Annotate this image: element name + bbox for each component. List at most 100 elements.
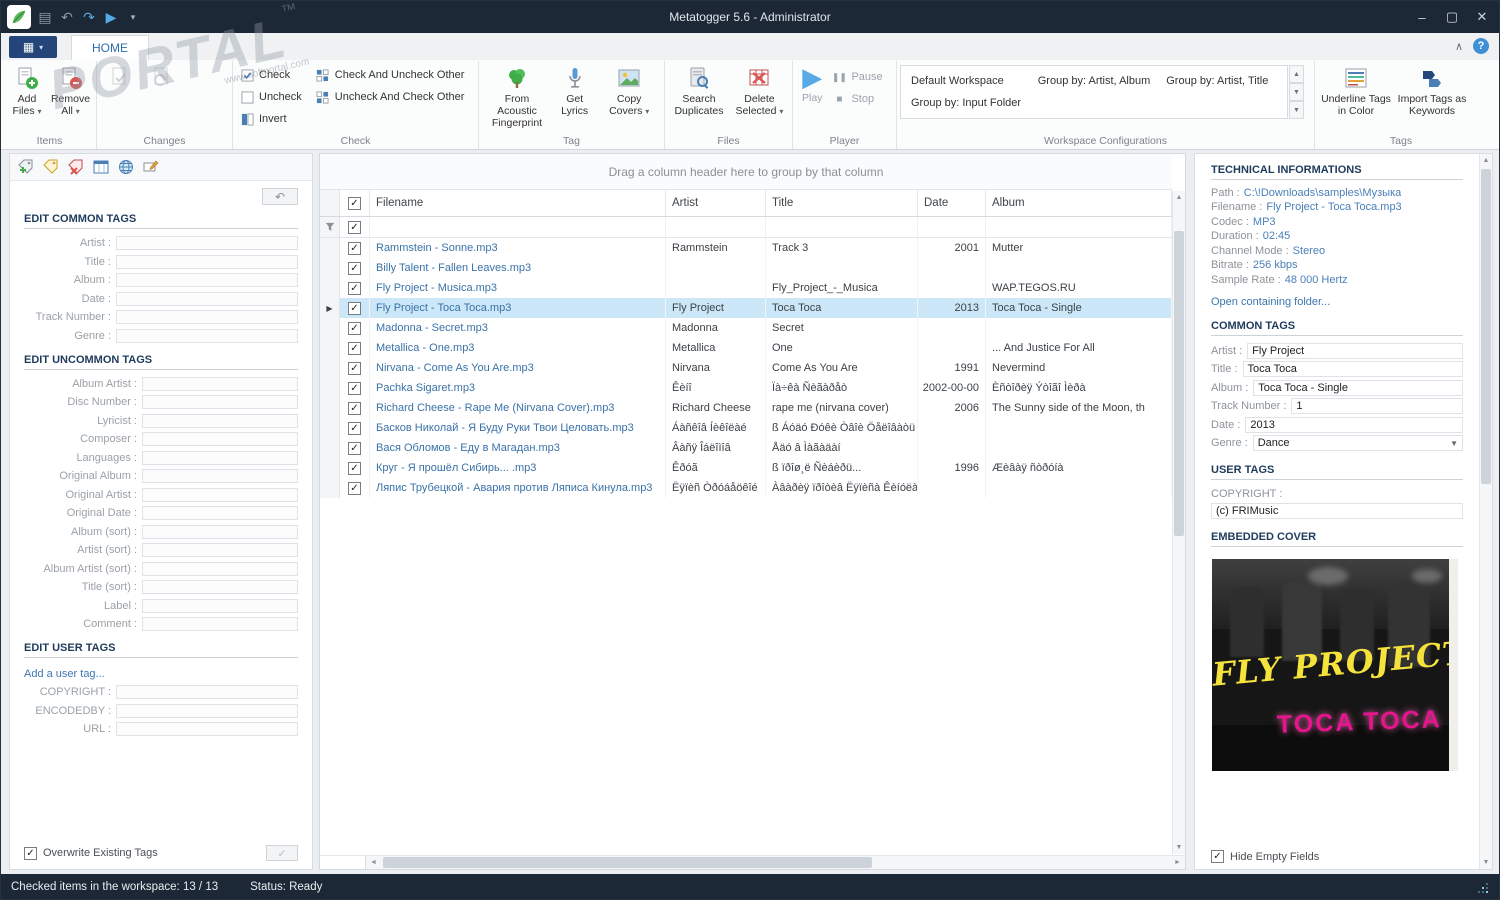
cell-date[interactable] — [918, 438, 986, 458]
cell-artist[interactable] — [666, 278, 766, 298]
table-row[interactable]: ✓ Круг - Я прошёл Сибирь... .mp3 Êðóã ß ïðî… — [320, 458, 1172, 478]
cell-date[interactable] — [918, 478, 986, 498]
cell-album[interactable] — [986, 318, 1172, 338]
group-by-dropzone[interactable]: Drag a column header here to group by th… — [320, 154, 1172, 190]
cell-title[interactable]: Come As You Are — [766, 358, 918, 378]
cell-date[interactable] — [918, 338, 986, 358]
row-checkbox[interactable]: ✓ — [340, 478, 370, 498]
cell-artist[interactable]: Fly Project — [666, 298, 766, 318]
cell-date[interactable]: 2002-00-00 — [918, 378, 986, 398]
undo-icon[interactable]: ↶ — [59, 9, 75, 26]
tag-input[interactable] — [142, 580, 298, 594]
cell-title[interactable]: ß ïðîø¸ë Ñèáèðü... — [766, 458, 918, 478]
row-checkbox[interactable]: ✓ — [340, 438, 370, 458]
filter-checkbox[interactable]: ✓ — [340, 217, 370, 237]
cell-album[interactable]: Toca Toca - Single — [986, 298, 1172, 318]
filter-funnel-icon[interactable] — [320, 217, 340, 237]
row-checkbox[interactable]: ✓ — [340, 458, 370, 478]
tag-input[interactable] — [116, 236, 298, 250]
stop-button[interactable]: ■ Stop — [828, 88, 886, 110]
cell-date[interactable]: 2013 — [918, 298, 986, 318]
column-header-filename[interactable]: Filename — [370, 190, 666, 216]
cell-date[interactable] — [918, 318, 986, 338]
apply-tags-button[interactable]: ✓ — [266, 845, 298, 861]
uncheck-and-check-other-button[interactable]: Uncheck And Check Other — [312, 86, 469, 108]
tag-input[interactable] — [142, 413, 298, 428]
row-checkbox[interactable]: ✓ — [340, 238, 370, 258]
cell-title[interactable]: Fly_Project_-_Musica — [766, 278, 918, 298]
minimize-button[interactable]: – — [1407, 1, 1437, 33]
row-checkbox[interactable]: ✓ — [340, 318, 370, 338]
cell-artist[interactable]: Nirvana — [666, 358, 766, 378]
qat-customize-caret-icon[interactable]: ▾ — [125, 12, 141, 23]
cell-filename[interactable]: Nirvana - Come As You Are.mp3 — [370, 358, 666, 378]
tag-value-input[interactable]: Dance ▼ — [1252, 435, 1463, 451]
cell-date[interactable] — [918, 258, 986, 278]
workspace-item-input-folder[interactable]: Group by: Input Folder — [903, 92, 1030, 114]
invert-button[interactable]: Invert — [236, 108, 306, 130]
revert-tags-button[interactable]: ↶ — [262, 188, 298, 205]
play-quick-icon[interactable]: ▶ — [103, 9, 119, 26]
check-button[interactable]: Check — [236, 64, 306, 86]
cell-album[interactable]: WAP.TEGOS.RU — [986, 278, 1172, 298]
tag-input[interactable] — [142, 617, 298, 631]
save-icon[interactable]: ▤ — [37, 9, 53, 26]
workspace-item-default[interactable]: Default Workspace — [903, 70, 1030, 92]
collapse-ribbon-icon[interactable]: ∧ — [1455, 40, 1463, 53]
check-all-checkbox[interactable]: ✓ — [340, 190, 370, 216]
scroll-right-icon[interactable]: ► — [1170, 856, 1185, 869]
cell-title[interactable] — [766, 258, 918, 278]
filter-cell[interactable] — [666, 217, 766, 237]
column-header-date[interactable]: Date — [918, 190, 986, 216]
columns-icon[interactable] — [91, 157, 111, 177]
gallery-expand-icon[interactable]: ▼ — [1289, 101, 1304, 119]
cell-album[interactable]: The Sunny side of the Moon, th — [986, 398, 1172, 418]
row-checkbox[interactable]: ✓ — [340, 258, 370, 278]
tag-input[interactable] — [142, 524, 298, 539]
table-row[interactable]: ✓ Richard Cheese - Rape Me (Nirvana Cover… — [320, 398, 1172, 418]
tag-input[interactable] — [142, 450, 298, 465]
tag-input[interactable] — [116, 273, 298, 287]
cell-album[interactable]: Nevermind — [986, 358, 1172, 378]
tag-input[interactable] — [142, 598, 298, 613]
cell-album[interactable]: ... And Justice For All — [986, 338, 1172, 358]
hide-empty-fields-checkbox[interactable]: ✓ — [1211, 850, 1224, 863]
tag-value-input[interactable]: Fly Project — [1247, 342, 1463, 359]
remove-all-button[interactable]: Remove All ▾ — [48, 62, 93, 120]
play-button[interactable]: ▶ Play — [796, 62, 828, 106]
column-header-title[interactable]: Title — [766, 190, 918, 216]
cell-title[interactable]: Ïà÷êà Ñèãàðåò — [766, 378, 918, 398]
rename-tag-icon[interactable] — [41, 157, 61, 177]
cell-album[interactable]: Mutter — [986, 238, 1172, 258]
cell-filename[interactable]: Rammstein - Sonne.mp3 — [370, 238, 666, 258]
delete-selected-button[interactable]: Delete Selected ▾ — [730, 62, 789, 120]
cell-album[interactable]: Æèâàÿ ñòðóíà — [986, 458, 1172, 478]
check-and-uncheck-other-button[interactable]: Check And Uncheck Other — [312, 64, 469, 86]
column-header-artist[interactable]: Artist — [666, 190, 766, 216]
row-checkbox[interactable]: ✓ — [340, 338, 370, 358]
cell-artist[interactable]: Madonna — [666, 318, 766, 338]
scroll-up-icon[interactable]: ▲ — [1173, 191, 1185, 204]
tab-home[interactable]: HOME — [71, 35, 149, 60]
underline-tags-button[interactable]: Underline Tags in Color — [1318, 62, 1394, 120]
table-row[interactable]: ▶ ✓ Fly Project - Toca Toca.mp3 Fly Project… — [320, 298, 1172, 318]
cell-date[interactable]: 2001 — [918, 238, 986, 258]
filter-cell[interactable] — [766, 217, 918, 237]
row-checkbox[interactable]: ✓ — [340, 418, 370, 438]
tag-input[interactable] — [116, 254, 298, 269]
cell-filename[interactable]: Fly Project - Musica.mp3 — [370, 278, 666, 298]
tag-input[interactable] — [116, 328, 298, 343]
table-row[interactable]: ✓ Madonna - Secret.mp3 Madonna Secret — [320, 318, 1172, 338]
cell-album[interactable]: Èñòîðèÿ Ýòîãî Ìèðà — [986, 378, 1172, 398]
cell-artist[interactable]: Metallica — [666, 338, 766, 358]
cell-filename[interactable]: Metallica - One.mp3 — [370, 338, 666, 358]
remove-tag-icon[interactable] — [66, 157, 86, 177]
row-checkbox[interactable]: ✓ — [340, 378, 370, 398]
rename-files-icon[interactable] — [141, 157, 161, 177]
cell-title[interactable]: Track 3 — [766, 238, 918, 258]
tag-input[interactable] — [116, 291, 298, 306]
table-vertical-scrollbar[interactable]: ▲ ▼ — [1172, 191, 1185, 854]
web-source-icon[interactable] — [116, 157, 136, 177]
table-row[interactable]: ✓ Pachka Sigaret.mp3 Êèíî Ïà÷êà Ñèãàðåò 2002… — [320, 378, 1172, 398]
tag-input[interactable] — [142, 561, 298, 576]
